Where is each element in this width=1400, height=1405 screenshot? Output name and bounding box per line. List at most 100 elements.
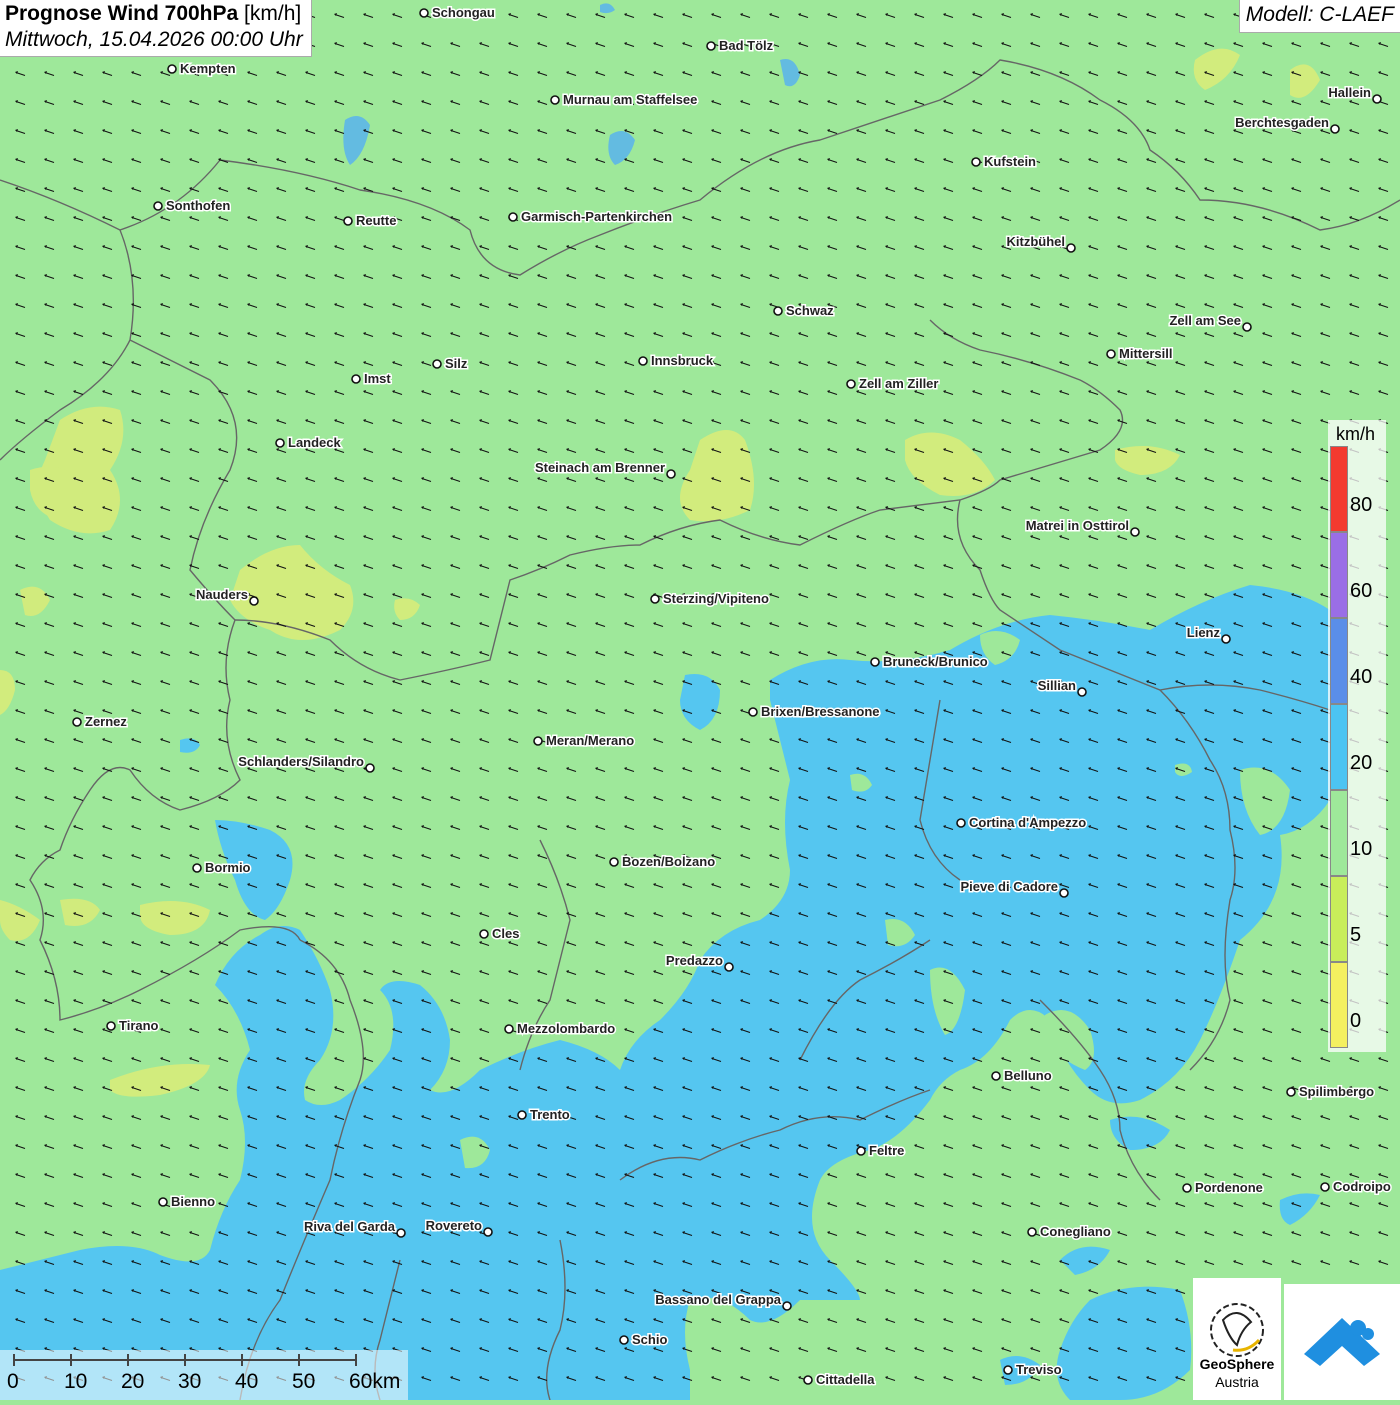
- city-dot: [856, 1146, 866, 1156]
- city-dot: [638, 356, 648, 366]
- city-label: Murnau am Staffelsee: [563, 92, 697, 107]
- city-label: Cortina d'Ampezzo: [969, 815, 1086, 830]
- city-label: Sonthofen: [166, 198, 230, 213]
- legend-color-segment: [1330, 876, 1348, 962]
- city-label: Conegliano: [1040, 1224, 1111, 1239]
- city-dot: [1077, 687, 1087, 697]
- wind-map[interactable]: Schongau Bad Tölz Kempten Murnau am Staffel…: [0, 0, 1400, 1400]
- city-dot: [846, 379, 856, 389]
- city-label: Tirano: [119, 1018, 159, 1033]
- city-label: Silz: [445, 356, 468, 371]
- logo-line1: GeoSphere: [1199, 1356, 1275, 1372]
- city-dot: [517, 1110, 527, 1120]
- city-dot: [72, 717, 82, 727]
- city-marker[interactable]: Pordenone: [1182, 1179, 1264, 1197]
- city-label: Cles: [492, 926, 519, 941]
- city-dot: [724, 962, 734, 972]
- city-label: Rovereto: [426, 1218, 482, 1233]
- city-dot: [1059, 888, 1069, 898]
- city-dot: [1003, 1365, 1013, 1375]
- legend-tick-label: 40: [1350, 666, 1373, 688]
- city-dot: [419, 8, 429, 18]
- city-label: Schio: [632, 1332, 667, 1347]
- city-dot: [192, 863, 202, 873]
- city-dot: [666, 469, 676, 479]
- city-marker[interactable]: Zell am Ziller: [846, 375, 940, 393]
- city-marker[interactable]: Spilimbergo: [1286, 1083, 1376, 1101]
- map-title: Prognose Wind 700hPa [km/h] Mittwoch, 15…: [0, 0, 312, 57]
- city-label: Berchtesgaden: [1235, 115, 1329, 130]
- legend-color-segment: [1330, 532, 1348, 618]
- city-dot: [1286, 1087, 1296, 1097]
- city-dot: [533, 736, 543, 746]
- city-label: Schongau: [432, 5, 495, 20]
- scale-label: 30: [178, 1370, 202, 1393]
- city-dot: [432, 359, 442, 369]
- city-dot: [1106, 349, 1116, 359]
- city-label: Bozen/Bolzano: [622, 854, 715, 869]
- city-label: Zernez: [85, 714, 127, 729]
- legend-color-segment: [1330, 790, 1348, 876]
- city-label: Spilimbergo: [1299, 1084, 1374, 1099]
- logo-line2: Austria: [1215, 1374, 1259, 1390]
- city-dot: [396, 1228, 406, 1238]
- city-marker[interactable]: Schongau: [419, 4, 496, 22]
- city-dot: [782, 1301, 792, 1311]
- city-dot: [1221, 634, 1231, 644]
- legend-unit: km/h: [1336, 424, 1376, 444]
- city-label: Meran/Merano: [546, 733, 634, 748]
- legend-tick-label: 20: [1350, 752, 1373, 774]
- geosphere-logo[interactable]: GeoSphere Austria: [1193, 1278, 1281, 1400]
- city-dot: [773, 306, 783, 316]
- model-label: Modell: C-LAEF: [1238, 0, 1400, 33]
- city-marker[interactable]: Sterzing/Vipiteno: [650, 590, 770, 608]
- city-marker[interactable]: Cortina d'Ampezzo: [956, 814, 1088, 832]
- city-dot: [508, 212, 518, 222]
- city-label: Kufstein: [984, 154, 1036, 169]
- city-marker[interactable]: Bozen/Bolzano: [609, 853, 717, 871]
- city-dot: [153, 201, 163, 211]
- city-marker[interactable]: Brixen/Bressanone: [748, 703, 881, 721]
- city-label: Imst: [364, 371, 391, 386]
- city-dot: [483, 1227, 493, 1237]
- city-label: Bassano del Grappa: [655, 1292, 781, 1307]
- city-dot: [1027, 1227, 1037, 1237]
- weather-app-logo[interactable]: [1284, 1284, 1400, 1400]
- city-label: Nauders: [196, 587, 248, 602]
- city-label: Schlanders/Silandro: [238, 754, 364, 769]
- legend-color-segment: [1330, 962, 1348, 1048]
- city-marker[interactable]: Sonthofen: [153, 197, 232, 215]
- city-label: Feltre: [869, 1143, 904, 1158]
- city-marker[interactable]: Conegliano: [1027, 1223, 1112, 1241]
- city-label: Riva del Garda: [304, 1219, 396, 1234]
- city-marker[interactable]: Meran/Merano: [533, 732, 636, 750]
- legend-tick-label: 60: [1350, 580, 1373, 602]
- city-label: Lienz: [1187, 625, 1221, 640]
- scale-label: 10: [64, 1370, 88, 1393]
- city-label: Zell am See: [1169, 313, 1241, 328]
- city-marker[interactable]: Murnau am Staffelsee: [550, 91, 699, 109]
- city-label: Codroipo: [1333, 1179, 1391, 1194]
- city-label: Treviso: [1016, 1362, 1062, 1377]
- city-marker[interactable]: Garmisch-Partenkirchen: [508, 208, 674, 226]
- city-marker[interactable]: Innsbruck: [638, 352, 715, 370]
- city-dot: [803, 1375, 813, 1385]
- legend-color-segment: [1330, 704, 1348, 790]
- city-label: Predazzo: [666, 953, 723, 968]
- city-dot: [275, 438, 285, 448]
- city-marker[interactable]: Mezzolombardo: [504, 1020, 617, 1038]
- city-dot: [1130, 527, 1140, 537]
- legend-tick-label: 10: [1350, 838, 1373, 860]
- city-label: Mittersill: [1119, 346, 1172, 361]
- city-label: Bad Tölz: [719, 38, 774, 53]
- city-dot: [167, 64, 177, 74]
- city-dot: [971, 157, 981, 167]
- legend-tick-label: 0: [1350, 1010, 1362, 1032]
- city-label: Garmisch-Partenkirchen: [521, 209, 672, 224]
- city-marker[interactable]: Bruneck/Brunico: [870, 653, 989, 671]
- city-dot: [991, 1071, 1001, 1081]
- city-dot: [706, 41, 716, 51]
- app-arrow-icon: [1304, 1318, 1380, 1366]
- city-dot: [1242, 322, 1252, 332]
- city-label: Mezzolombardo: [517, 1021, 615, 1036]
